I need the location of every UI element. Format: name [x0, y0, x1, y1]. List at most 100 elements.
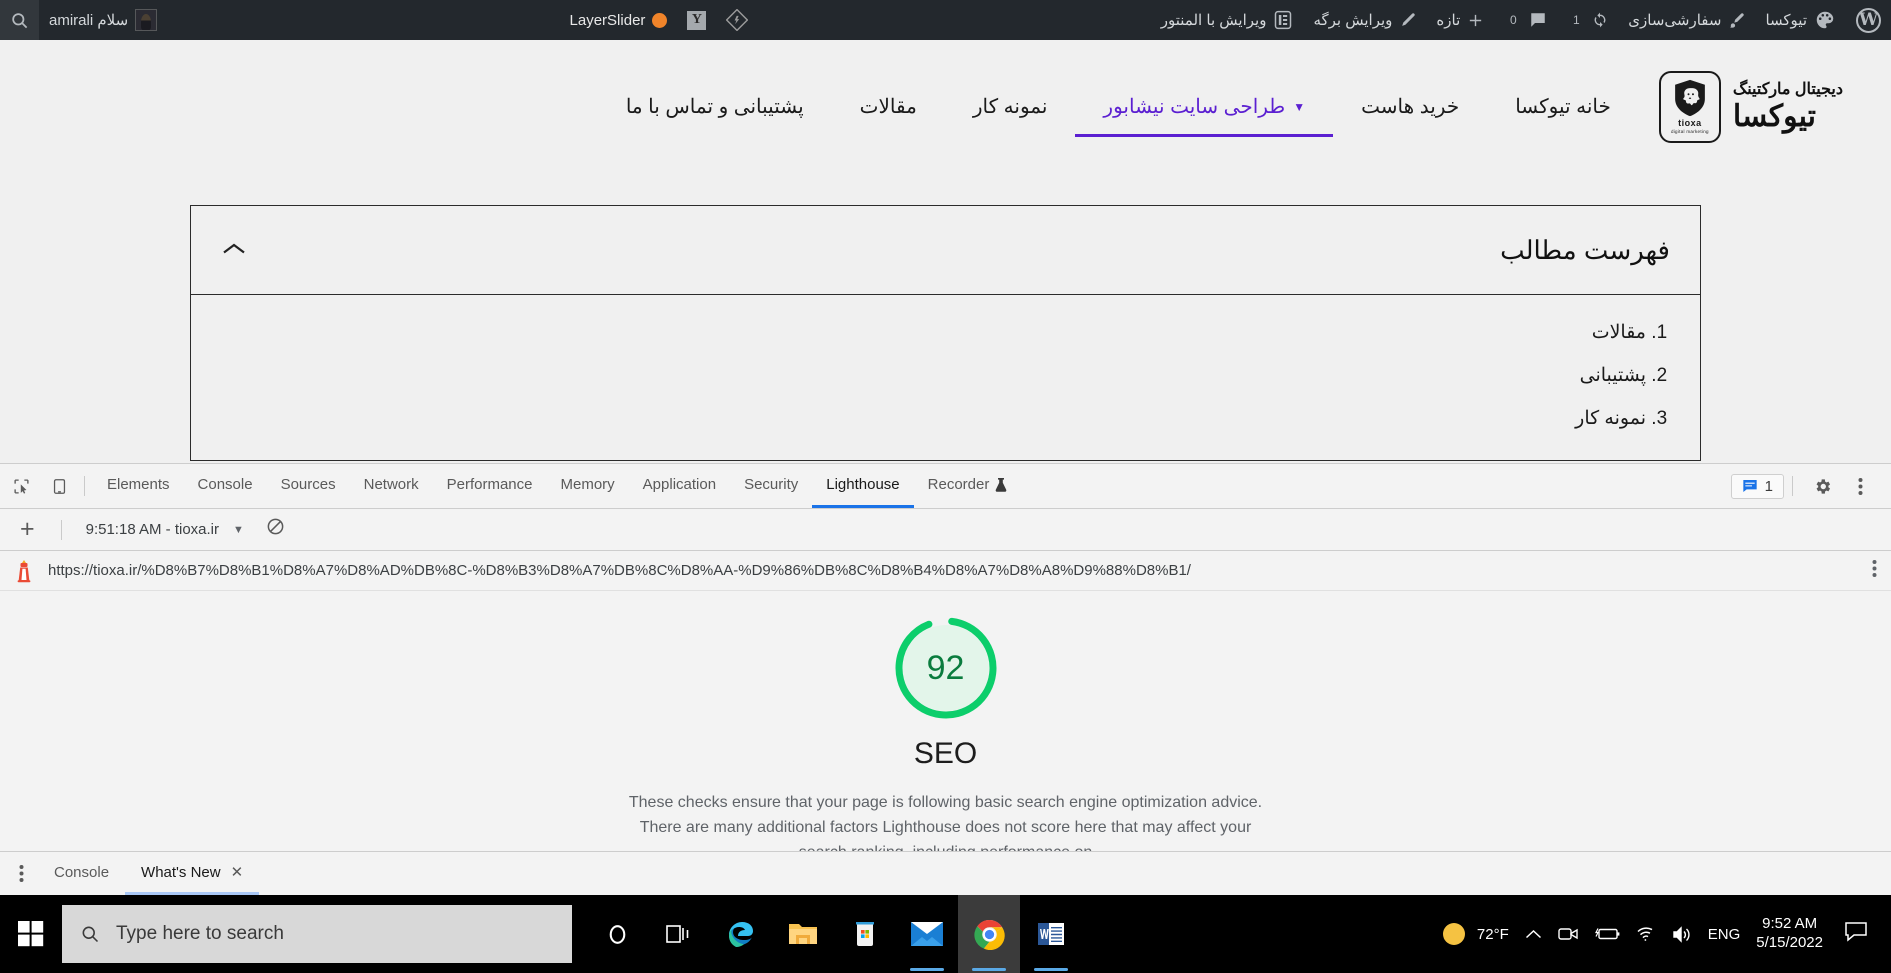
tab-console-label: Console [197, 476, 253, 493]
device-toolbar-button[interactable] [42, 469, 76, 503]
devtools-panel: Elements Console Sources Network Perform… [0, 463, 1891, 896]
tab-console[interactable]: Console [184, 464, 267, 508]
lighthouse-url-bar: https://tioxa.ir/%D8%B7%D8%B1%D8%A7%D8%A… [0, 551, 1891, 591]
nav-item-home-label: خانه تیوکسا [1515, 96, 1611, 118]
tab-security[interactable]: Security [730, 464, 812, 508]
adminbar-wp-logo[interactable]: W [1846, 0, 1891, 40]
camera-status-icon[interactable] [1558, 926, 1579, 942]
settings-button[interactable] [1805, 469, 1839, 503]
clear-reports-button[interactable] [266, 517, 285, 542]
wordpress-admin-bar: W تیوکسا سفارشی‌سازی 1 0 [0, 0, 1891, 40]
speaker-icon [1673, 925, 1690, 943]
tab-recorder-label: Recorder [927, 476, 990, 493]
nav-item-articles[interactable]: مقالات [832, 40, 945, 173]
tab-recorder[interactable]: Recorder [914, 464, 1022, 508]
tab-memory-label: Memory [560, 476, 615, 493]
report-more-button[interactable] [1872, 559, 1877, 583]
seo-category-title: SEO [913, 737, 978, 770]
nav-item-hosting-label: خرید هاست [1361, 96, 1460, 118]
adminbar-elementor-edit-label: ویرایش با المنتور [1160, 12, 1267, 29]
nav-item-web-design-neyshabur[interactable]: ▼ طراحی سایت نیشابور [1075, 40, 1333, 173]
chevron-down-icon: ▼ [233, 523, 244, 536]
tab-network[interactable]: Network [350, 464, 433, 508]
devtools-drawer: Console What's New ✕ [0, 851, 1891, 895]
console-messages-count: 1 [1764, 477, 1773, 495]
drawer-tab-console-label: Console [54, 863, 110, 881]
wifi-status-icon[interactable] [1636, 926, 1656, 942]
site-logo[interactable]: دیجیتال مارکتینگ تیوکسا tioxa digital ma… [1658, 70, 1844, 143]
adminbar-yoast-seo[interactable]: Y [677, 0, 716, 40]
console-messages-badge[interactable]: 1 [1730, 473, 1784, 499]
start-button[interactable] [0, 895, 62, 973]
adminbar-layerslider-label: LayerSlider [569, 11, 646, 29]
chrome-button[interactable] [958, 895, 1020, 973]
brush-icon [1730, 12, 1745, 28]
word-button[interactable] [1020, 895, 1082, 973]
adminbar-search[interactable] [0, 0, 40, 40]
adminbar-edit-page-label: ویرایش برگه [1313, 12, 1393, 29]
adminbar-comments[interactable]: 0 [1494, 0, 1557, 40]
mail-button[interactable] [896, 895, 958, 973]
toc-header[interactable]: فهرست مطالب [191, 206, 1700, 295]
adminbar-new-content[interactable]: تازه [1426, 0, 1494, 40]
adminbar-site-name[interactable]: تیوکسا [1755, 0, 1846, 40]
adminbar-elementor-edit[interactable]: ویرایش با المنتور [1151, 0, 1304, 40]
adminbar-my-account[interactable]: سلام amirali [39, 0, 167, 40]
microsoft-store-button[interactable] [834, 895, 896, 973]
more-options-button[interactable] [1843, 469, 1877, 503]
close-icon[interactable]: ✕ [231, 863, 244, 881]
adminbar-updates[interactable]: 1 [1557, 0, 1618, 40]
toc-item-label: مقالات [1591, 322, 1646, 343]
adminbar-elementor-badge[interactable] [716, 0, 758, 40]
drawer-more-button[interactable] [4, 857, 38, 891]
weather-widget[interactable]: 72°F [1441, 921, 1509, 947]
clock-date: 5/15/2022 [1756, 934, 1823, 951]
new-report-button[interactable]: + [8, 517, 47, 542]
report-selector[interactable]: 9:51:18 AM - tioxa.ir ▼ [76, 521, 254, 538]
volume-icon[interactable] [1672, 925, 1692, 943]
list-item[interactable]: مقالات [221, 321, 1646, 344]
audited-url: https://tioxa.ir/%D8%B7%D8%B1%D8%A7%D8%A… [48, 562, 1191, 579]
nav-item-portfolio[interactable]: نمونه کار [945, 40, 1076, 173]
adminbar-edit-page[interactable]: ویرایش برگه [1303, 0, 1426, 40]
nav-item-hosting[interactable]: خرید هاست [1333, 40, 1487, 173]
nav-item-web-design-label: طراحی سایت نیشابور [1103, 96, 1286, 118]
tab-elements[interactable]: Elements [93, 464, 184, 508]
tab-memory[interactable]: Memory [547, 464, 629, 508]
file-explorer-button[interactable] [772, 895, 834, 973]
tab-performance[interactable]: Performance [433, 464, 547, 508]
toc-title: فهرست مطالب [1500, 234, 1670, 265]
tab-application[interactable]: Application [629, 464, 730, 508]
adminbar-customize[interactable]: سفارشی‌سازی [1618, 0, 1755, 40]
nav-item-support-contact[interactable]: پشتیبانی و تماس با ما [598, 40, 832, 173]
notification-icon [1845, 922, 1867, 942]
adminbar-layerslider[interactable]: LayerSlider [560, 0, 678, 40]
task-view-button[interactable] [648, 895, 710, 973]
cortana-button[interactable] [586, 895, 648, 973]
nav-item-home[interactable]: خانه تیوکسا [1487, 40, 1639, 173]
drawer-tab-console[interactable]: Console [38, 852, 125, 895]
wifi-icon [1637, 927, 1653, 941]
list-item[interactable]: پشتیبانی [221, 364, 1646, 387]
tab-sources[interactable]: Sources [267, 464, 350, 508]
logo-brand-top: دیجیتال مارکتینگ [1732, 80, 1844, 98]
tab-sources-label: Sources [280, 476, 336, 493]
taskbar-search-input[interactable]: Type here to search [62, 905, 572, 963]
adminbar-left-group: سلام amirali [0, 0, 167, 40]
adminbar-customize-label: سفارشی‌سازی [1628, 12, 1722, 29]
edge-button[interactable] [710, 895, 772, 973]
keyboard-language[interactable]: ENG [1708, 926, 1741, 943]
clock-widget[interactable]: 9:52 AM 5/15/2022 [1756, 915, 1823, 953]
chrome-icon [973, 919, 1005, 950]
list-item[interactable]: نمونه کار [221, 407, 1646, 430]
action-center-button[interactable] [1839, 922, 1881, 946]
battery-status-icon[interactable] [1594, 927, 1620, 941]
seo-score-gauge: 92 [891, 613, 1001, 723]
show-hidden-icons-button[interactable] [1525, 929, 1542, 940]
tab-lighthouse[interactable]: Lighthouse [812, 464, 914, 508]
drawer-tab-whats-new[interactable]: What's New ✕ [125, 852, 260, 895]
chevron-up-icon[interactable] [221, 238, 247, 262]
inspect-element-button[interactable] [4, 469, 38, 503]
logo-mark: tioxa digital marketing [1658, 70, 1721, 143]
adminbar-middle-group: Y LayerSlider [560, 0, 759, 40]
